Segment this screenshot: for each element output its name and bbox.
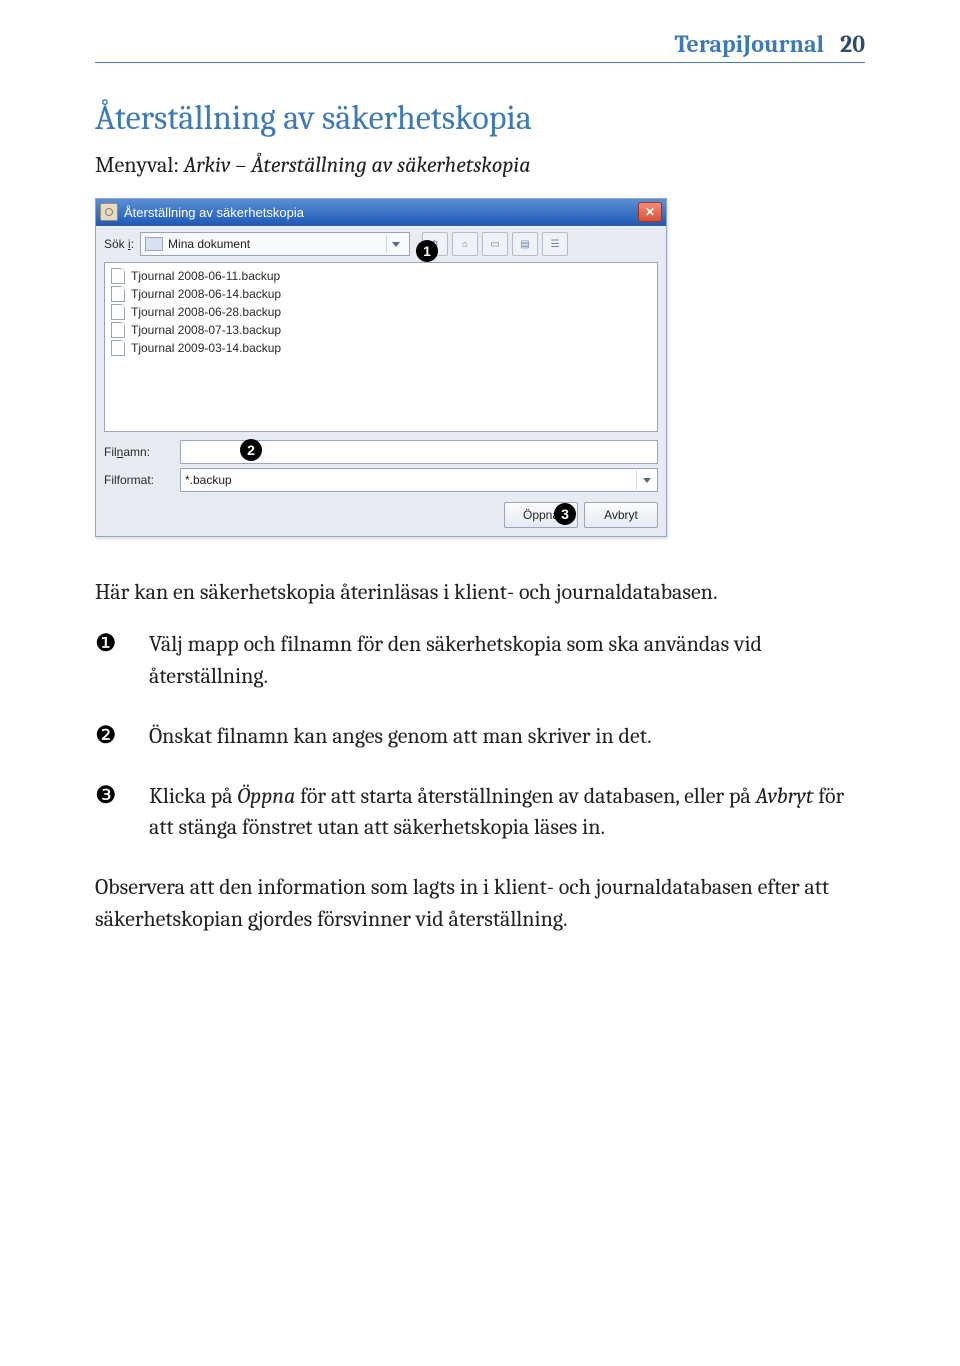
home-button[interactable]: ⌂ [452, 232, 478, 256]
list-item[interactable]: Tjournal 2009-03-14.backup [111, 339, 651, 357]
filetype-label: Filformat: [104, 473, 174, 487]
step-bullet: ❷ [95, 721, 119, 753]
toolbar: ↰ ⌂ ▭ ▤ ☰ [422, 232, 568, 256]
step-text: Välj mapp och filnamn för den säkerhetsk… [149, 629, 865, 693]
document-icon [111, 304, 125, 320]
list-view-button[interactable]: ▤ [512, 232, 538, 256]
step-item: ❷ Önskat filnamn kan anges genom att man… [95, 721, 865, 753]
look-in-combo[interactable]: Mina dokument [140, 232, 410, 256]
folder-icon [145, 237, 163, 251]
step-bullet: ❸ [95, 781, 119, 845]
new-folder-button[interactable]: ▭ [482, 232, 508, 256]
step-list: ❶ Välj mapp och filnamn för den säkerhet… [95, 629, 865, 844]
menuval-path: Arkiv – Återställning av säkerhetskopia [184, 152, 531, 178]
document-icon [111, 340, 125, 356]
menuval-line: Menyval: Arkiv – Återställning av säkerh… [95, 152, 865, 178]
intro-paragraph: Här kan en säkerhetskopia återinläsas i … [95, 577, 865, 609]
detail-view-button[interactable]: ☰ [542, 232, 568, 256]
file-dialog-window: Återställning av säkerhetskopia ✕ Sök i:… [95, 198, 667, 537]
step-bullet: ❶ [95, 629, 119, 693]
page-header: TerapiJournal 20 [95, 30, 865, 63]
list-item[interactable]: Tjournal 2008-07-13.backup [111, 321, 651, 339]
note-paragraph: Observera att den information som lagts … [95, 872, 865, 936]
file-name: Tjournal 2009-03-14.backup [131, 341, 281, 355]
document-icon [111, 268, 125, 284]
file-name: Tjournal 2008-06-11.backup [131, 269, 280, 283]
header-page-number: 20 [840, 30, 865, 58]
filetype-value: *.backup [185, 473, 636, 487]
file-name: Tjournal 2008-06-28.backup [131, 305, 281, 319]
file-name: Tjournal 2008-06-14.backup [131, 287, 281, 301]
java-icon [100, 203, 118, 221]
chevron-down-icon[interactable] [386, 235, 405, 253]
step-item: ❶ Välj mapp och filnamn för den säkerhet… [95, 629, 865, 693]
callout-marker-2: 2 [240, 439, 262, 461]
document-icon [111, 322, 125, 338]
cancel-button[interactable]: Avbryt [584, 502, 658, 528]
header-title: TerapiJournal [675, 30, 824, 58]
step-item: ❸ Klicka på Öppna för att starta återstä… [95, 781, 865, 845]
dialog-title: Återställning av säkerhetskopia [124, 205, 638, 220]
step-text: Klicka på Öppna för att starta återställ… [149, 781, 865, 845]
file-list[interactable]: Tjournal 2008-06-11.backup Tjournal 2008… [104, 262, 658, 432]
callout-marker-3: 3 [554, 503, 576, 525]
list-item[interactable]: Tjournal 2008-06-11.backup [111, 267, 651, 285]
dialog-titlebar: Återställning av säkerhetskopia ✕ [96, 199, 666, 226]
section-title: Återställning av säkerhetskopia [95, 98, 865, 138]
document-icon [111, 286, 125, 302]
list-item[interactable]: Tjournal 2008-06-28.backup [111, 303, 651, 321]
look-in-value: Mina dokument [168, 237, 381, 251]
look-in-label: Sök i: [104, 237, 134, 251]
callout-marker-1: 1 [416, 240, 438, 262]
filetype-combo[interactable]: *.backup [180, 468, 658, 492]
close-icon[interactable]: ✕ [638, 202, 662, 222]
filename-label: Filnamn: [104, 445, 174, 459]
list-item[interactable]: Tjournal 2008-06-14.backup [111, 285, 651, 303]
chevron-down-icon[interactable] [636, 470, 657, 490]
menuval-label: Menyval: [95, 152, 184, 178]
step-text: Önskat filnamn kan anges genom att man s… [149, 721, 865, 753]
file-name: Tjournal 2008-07-13.backup [131, 323, 281, 337]
